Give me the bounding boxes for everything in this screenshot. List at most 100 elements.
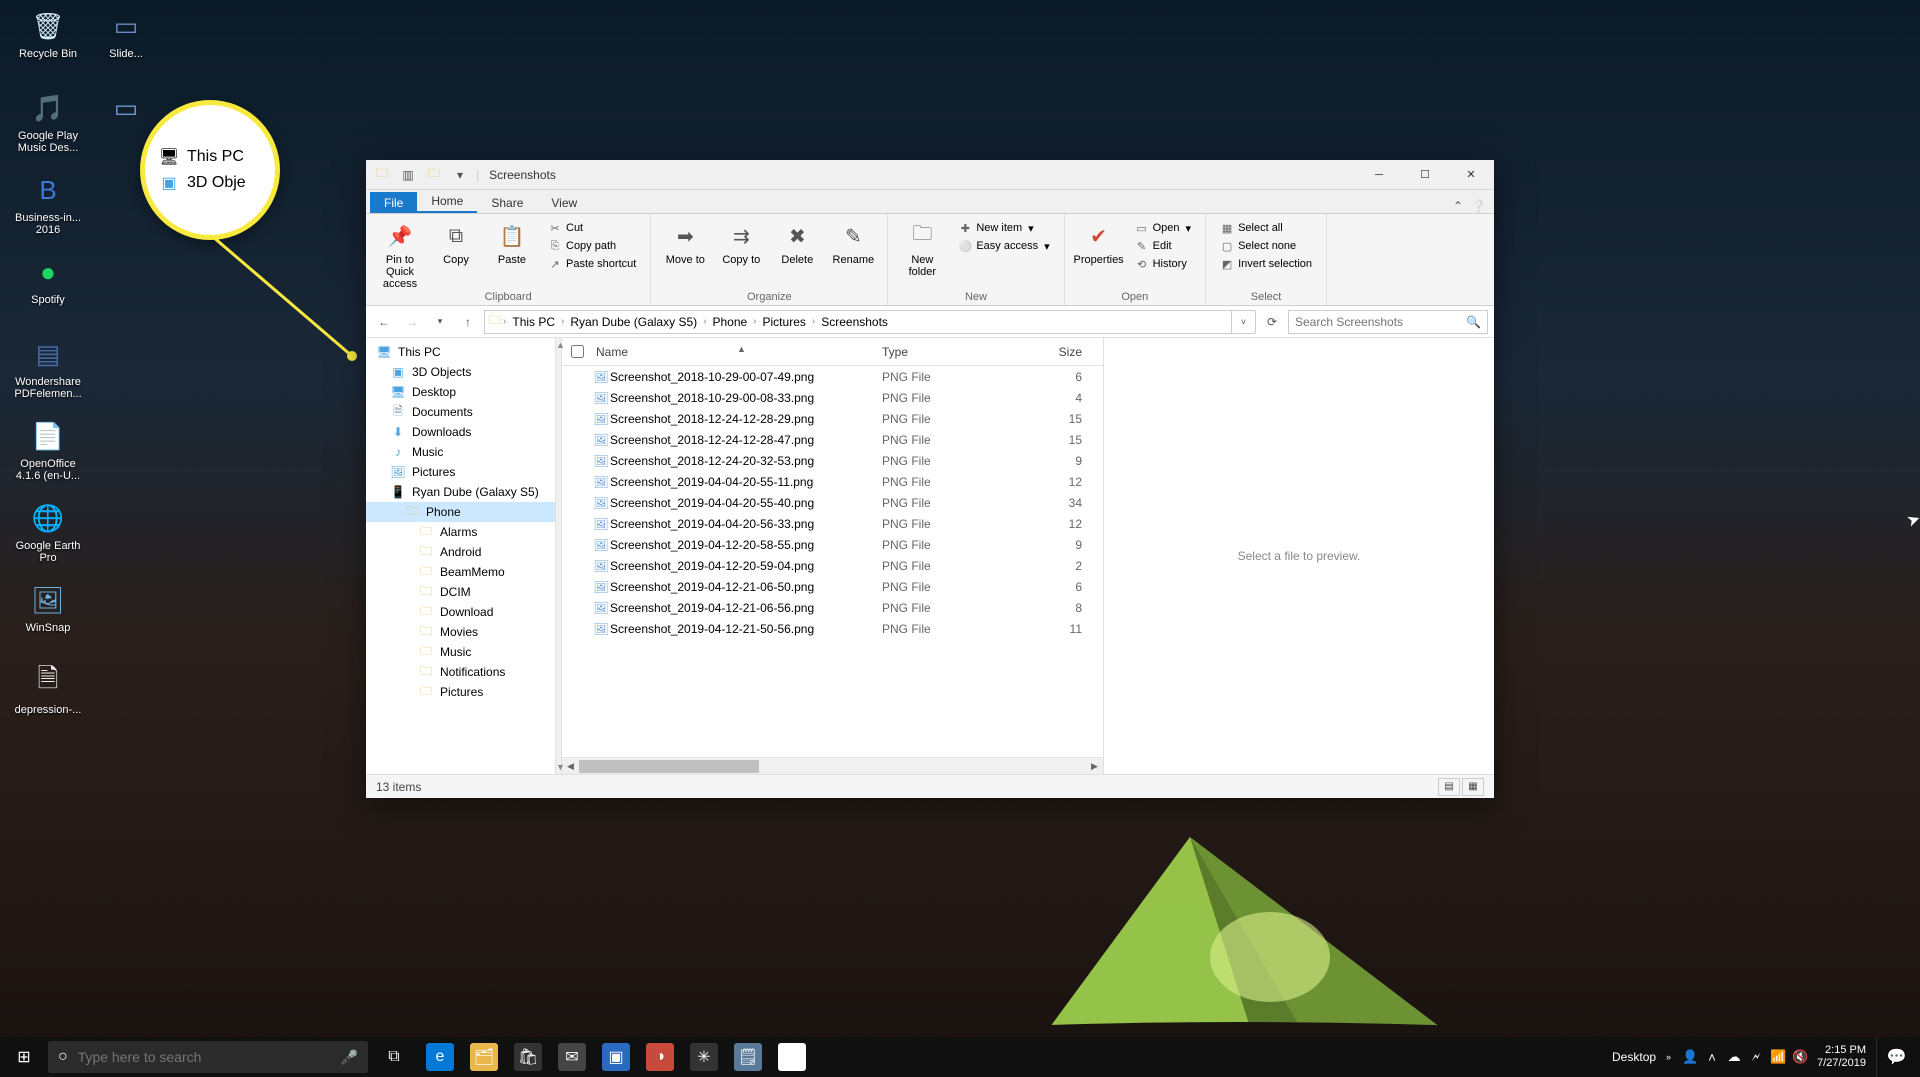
close-button[interactable]: ✕ <box>1448 160 1494 190</box>
nav-item[interactable]: 🖥Desktop <box>366 382 555 402</box>
file-row[interactable]: 🖼Screenshot_2019-04-04-20-55-11.pngPNG F… <box>562 471 1103 492</box>
nav-item[interactable]: 📱Ryan Dube (Galaxy S5) <box>366 482 555 502</box>
taskbar-app-explorer[interactable]: 🗂 <box>462 1037 506 1077</box>
nav-item[interactable]: ▣3D Objects <box>366 362 555 382</box>
breadcrumb[interactable]: 🗀 › This PC›Ryan Dube (Galaxy S5)›Phone›… <box>484 310 1232 334</box>
file-row[interactable]: 🖼Screenshot_2018-12-24-12-28-47.pngPNG F… <box>562 429 1103 450</box>
tray-power-icon[interactable]: 🗲 <box>1745 1037 1767 1077</box>
file-row[interactable]: 🖼Screenshot_2019-04-04-20-55-40.pngPNG F… <box>562 492 1103 513</box>
breadcrumb-segment[interactable]: Phone <box>708 313 751 331</box>
col-name[interactable]: Name▲ <box>592 345 882 359</box>
move-to-button[interactable]: ➡Move to <box>661 218 709 266</box>
tab-home[interactable]: Home <box>417 190 477 213</box>
breadcrumb-dropdown-button[interactable]: ˅ <box>1232 310 1256 334</box>
copy-button[interactable]: ⧉Copy <box>432 218 480 266</box>
desktop-icon[interactable]: 📄OpenOffice 4.1.6 (en-U... <box>12 416 84 494</box>
taskbar-app-edge[interactable]: e <box>418 1037 462 1077</box>
desktop-icon[interactable]: 🎵Google Play Music Des... <box>12 88 84 166</box>
file-row[interactable]: 🖼Screenshot_2018-12-24-20-32-53.pngPNG F… <box>562 450 1103 471</box>
navigation-pane[interactable]: 🖥This PC▣3D Objects🖥Desktop🗎Documents⬇Do… <box>366 338 556 774</box>
file-row[interactable]: 🖼Screenshot_2019-04-04-20-56-33.pngPNG F… <box>562 513 1103 534</box>
nav-item[interactable]: 🗀Download <box>366 602 555 622</box>
file-row[interactable]: 🖼Screenshot_2019-04-12-21-06-50.pngPNG F… <box>562 576 1103 597</box>
desktop-icon[interactable]: 🗑Recycle Bin <box>12 6 84 84</box>
column-headers[interactable]: Name▲ Type Size <box>562 338 1103 366</box>
help-icon[interactable]: ❔ <box>1471 199 1486 213</box>
nav-item[interactable]: 🗎Documents <box>366 402 555 422</box>
select-all-button[interactable]: ▦Select all <box>1216 220 1316 236</box>
file-row[interactable]: 🖼Screenshot_2018-12-24-12-28-29.pngPNG F… <box>562 408 1103 429</box>
mic-icon[interactable]: 🎤 <box>341 1049 358 1066</box>
nav-item[interactable]: ♪Music <box>366 442 555 462</box>
breadcrumb-segment[interactable]: This PC <box>508 313 559 331</box>
nav-item[interactable]: 🗀BeamMemo <box>366 562 555 582</box>
taskbar-app-app3[interactable]: ✳ <box>682 1037 726 1077</box>
desktop-icon[interactable]: ▤Wondershare PDFelemen... <box>12 334 84 412</box>
file-row[interactable]: 🖼Screenshot_2019-04-12-21-50-56.pngPNG F… <box>562 618 1103 639</box>
new-folder-button[interactable]: 🗀New folder <box>898 218 946 278</box>
history-button[interactable]: ⟲History <box>1131 256 1195 272</box>
file-row[interactable]: 🖼Screenshot_2018-10-29-00-07-49.pngPNG F… <box>562 366 1103 387</box>
col-type[interactable]: Type <box>882 345 1032 359</box>
tray-chevron-up-icon[interactable]: ˄ <box>1701 1037 1723 1077</box>
start-button[interactable]: ⊞ <box>0 1037 48 1077</box>
hscroll-right-icon[interactable]: ▶ <box>1086 758 1103 775</box>
ribbon-collapse-icon[interactable]: ⌃ <box>1453 199 1463 213</box>
paste-button[interactable]: 📋Paste <box>488 218 536 266</box>
breadcrumb-segment[interactable]: Pictures <box>759 313 810 331</box>
nav-item[interactable]: 🖼Pictures <box>366 462 555 482</box>
view-icons-button[interactable]: ▦ <box>1462 778 1484 796</box>
nav-forward-button[interactable]: → <box>400 310 424 334</box>
nav-item[interactable]: 🗀Alarms <box>366 522 555 542</box>
cut-button[interactable]: ✂Cut <box>544 220 640 236</box>
tab-view[interactable]: View <box>537 192 591 213</box>
new-item-button[interactable]: ✚New item▾ <box>954 220 1053 236</box>
desktop-icon[interactable]: 🌐Google Earth Pro <box>12 498 84 576</box>
file-row[interactable]: 🖼Screenshot_2019-04-12-20-58-55.pngPNG F… <box>562 534 1103 555</box>
task-view-button[interactable]: ⧉ <box>374 1037 414 1077</box>
action-center-button[interactable]: 💬 <box>1876 1037 1916 1077</box>
tray-wifi-icon[interactable]: 📶 <box>1767 1037 1789 1077</box>
nav-item[interactable]: 🗀Phone <box>366 502 555 522</box>
refresh-button[interactable]: ⟳ <box>1260 310 1284 334</box>
nav-back-button[interactable]: ← <box>372 310 396 334</box>
taskbar-app-app4[interactable]: 🗒 <box>726 1037 770 1077</box>
tray-people-icon[interactable]: 👤 <box>1679 1037 1701 1077</box>
desktop-icon[interactable]: 🖼WinSnap <box>12 580 84 658</box>
taskbar-app-mail[interactable]: ✉ <box>550 1037 594 1077</box>
horizontal-scrollbar[interactable]: ◀ ▶ <box>562 757 1103 774</box>
search-input[interactable] <box>1295 315 1466 329</box>
desktop-icon[interactable]: ▭Slide... <box>90 6 162 84</box>
desktop-icon[interactable]: ●Spotify <box>12 252 84 330</box>
nav-item[interactable]: 🗀Pictures <box>366 682 555 702</box>
maximize-button[interactable]: ☐ <box>1402 160 1448 190</box>
desktop-icon[interactable]: BBusiness-in... 2016 <box>12 170 84 248</box>
taskbar-app-app1[interactable]: ▣ <box>594 1037 638 1077</box>
paste-shortcut-button[interactable]: ↗Paste shortcut <box>544 256 640 272</box>
qat-properties-icon[interactable]: ▥ <box>398 165 418 185</box>
file-list[interactable]: 🖼Screenshot_2018-10-29-00-07-49.pngPNG F… <box>562 366 1103 757</box>
delete-button[interactable]: ✖Delete <box>773 218 821 266</box>
nav-recent-button[interactable]: ▾ <box>428 310 452 334</box>
titlebar[interactable]: 🗀 ▥ 🗀 ▾ | Screenshots ─ ☐ ✕ <box>366 160 1494 190</box>
breadcrumb-segment[interactable]: Ryan Dube (Galaxy S5) <box>566 313 701 331</box>
nav-item[interactable]: 🗀Movies <box>366 622 555 642</box>
taskbar-app-app2[interactable]: ◑ <box>638 1037 682 1077</box>
nav-up-button[interactable]: ↑ <box>456 310 480 334</box>
properties-button[interactable]: ✔Properties <box>1075 218 1123 266</box>
tab-share[interactable]: Share <box>477 192 537 213</box>
nav-item[interactable]: 🗀DCIM <box>366 582 555 602</box>
nav-item[interactable]: 🗀Music <box>366 642 555 662</box>
nav-item[interactable]: ⬇Downloads <box>366 422 555 442</box>
nav-item[interactable]: 🗀Notifications <box>366 662 555 682</box>
nav-item[interactable]: 🗀Android <box>366 542 555 562</box>
minimize-button[interactable]: ─ <box>1356 160 1402 190</box>
easy-access-button[interactable]: ⚪Easy access▾ <box>954 238 1053 254</box>
pin-quick-access-button[interactable]: 📌Pin to Quick access <box>376 218 424 290</box>
taskbar-search-input[interactable] <box>78 1049 341 1065</box>
select-all-checkbox[interactable] <box>571 345 584 358</box>
taskbar-search[interactable]: ○ 🎤 <box>48 1041 368 1073</box>
file-row[interactable]: 🖼Screenshot_2019-04-12-20-59-04.pngPNG F… <box>562 555 1103 576</box>
nav-item[interactable]: 🖥This PC <box>366 342 555 362</box>
file-row[interactable]: 🖼Screenshot_2019-04-12-21-06-56.pngPNG F… <box>562 597 1103 618</box>
